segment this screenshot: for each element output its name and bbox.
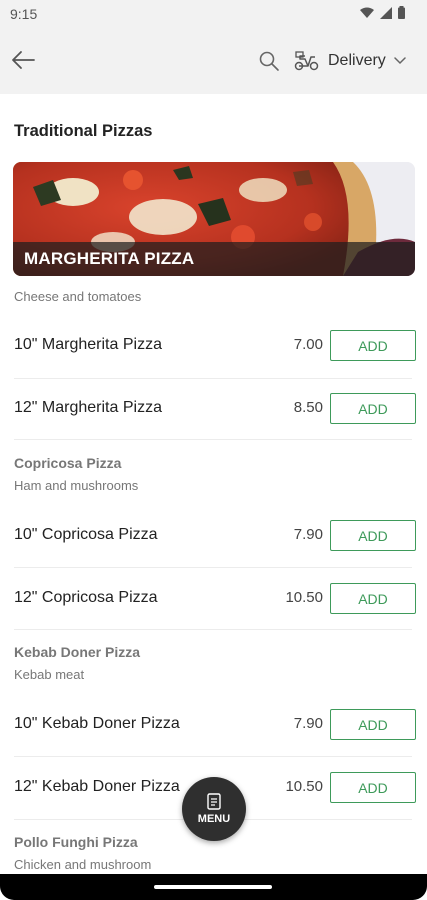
item-name: 12" Copricosa Pizza [14, 589, 158, 606]
item-price: 10.50 [285, 589, 323, 606]
menu-document-icon [207, 793, 221, 810]
add-button[interactable]: ADD [330, 709, 416, 740]
item-name: 10" Margherita Pizza [14, 336, 162, 353]
status-icons [360, 6, 405, 19]
status-bar: 9:15 [0, 0, 427, 28]
battery-icon [398, 6, 405, 19]
divider [14, 629, 412, 630]
wifi-icon [360, 7, 374, 18]
group-description: Ham and mushrooms [14, 478, 139, 493]
search-button[interactable] [258, 50, 282, 74]
add-button[interactable]: ADD [330, 583, 416, 614]
group-name: Pollo Funghi Pizza [14, 834, 138, 850]
delivery-label: Delivery [328, 52, 386, 69]
back-button[interactable] [10, 48, 38, 72]
menu-item-row: 10" Copricosa Pizza 7.90 ADD [0, 506, 427, 568]
delivery-mode-selector[interactable]: Delivery [294, 48, 406, 74]
item-price: 7.00 [293, 336, 323, 353]
scooter-icon [294, 51, 319, 71]
hero-title: MARGHERITA PIZZA [24, 249, 195, 268]
menu-item-row: 10" Margherita Pizza 7.00 ADD [0, 316, 427, 378]
chevron-down-icon [394, 57, 406, 65]
group-description: Kebab meat [14, 667, 85, 682]
system-navigation-bar [0, 874, 427, 900]
section-title: Traditional Pizzas [14, 122, 153, 140]
item-name: 10" Copricosa Pizza [14, 526, 158, 543]
search-icon [259, 51, 279, 71]
add-button[interactable]: ADD [330, 520, 416, 551]
group-name: Kebab Doner Pizza [14, 644, 141, 660]
signal-icon [380, 6, 392, 19]
item-price: 10.50 [285, 778, 323, 795]
divider [14, 756, 412, 757]
add-button[interactable]: ADD [330, 393, 416, 424]
app-bar: Delivery [0, 28, 427, 94]
menu-fab-button[interactable]: MENU [182, 777, 246, 841]
home-gesture-handle[interactable] [154, 885, 272, 889]
item-price: 7.90 [293, 715, 323, 732]
add-button[interactable]: ADD [330, 330, 416, 361]
item-name: 10" Kebab Doner Pizza [14, 715, 180, 732]
divider [14, 439, 412, 440]
status-time: 9:15 [10, 6, 38, 22]
menu-item-row: 10" Kebab Doner Pizza 7.90 ADD [0, 695, 427, 757]
item-name: 12" Margherita Pizza [14, 399, 162, 416]
arrow-left-icon [12, 51, 35, 69]
group-name: Copricosa Pizza [14, 455, 122, 471]
margherita-hero-image: MARGHERITA PIZZA [13, 162, 415, 276]
menu-item-row: 12" Copricosa Pizza 10.50 ADD [0, 569, 427, 631]
menu-fab-label: MENU [197, 813, 231, 825]
item-name: 12" Kebab Doner Pizza [14, 778, 180, 795]
item-price: 7.90 [293, 526, 323, 543]
item-price: 8.50 [293, 399, 323, 416]
group-description: Chicken and mushroom [14, 857, 152, 872]
menu-item-row: 12" Margherita Pizza 8.50 ADD [0, 379, 427, 441]
add-button[interactable]: ADD [330, 772, 416, 803]
divider [14, 567, 412, 568]
hero-description: Cheese and tomatoes [14, 289, 142, 304]
